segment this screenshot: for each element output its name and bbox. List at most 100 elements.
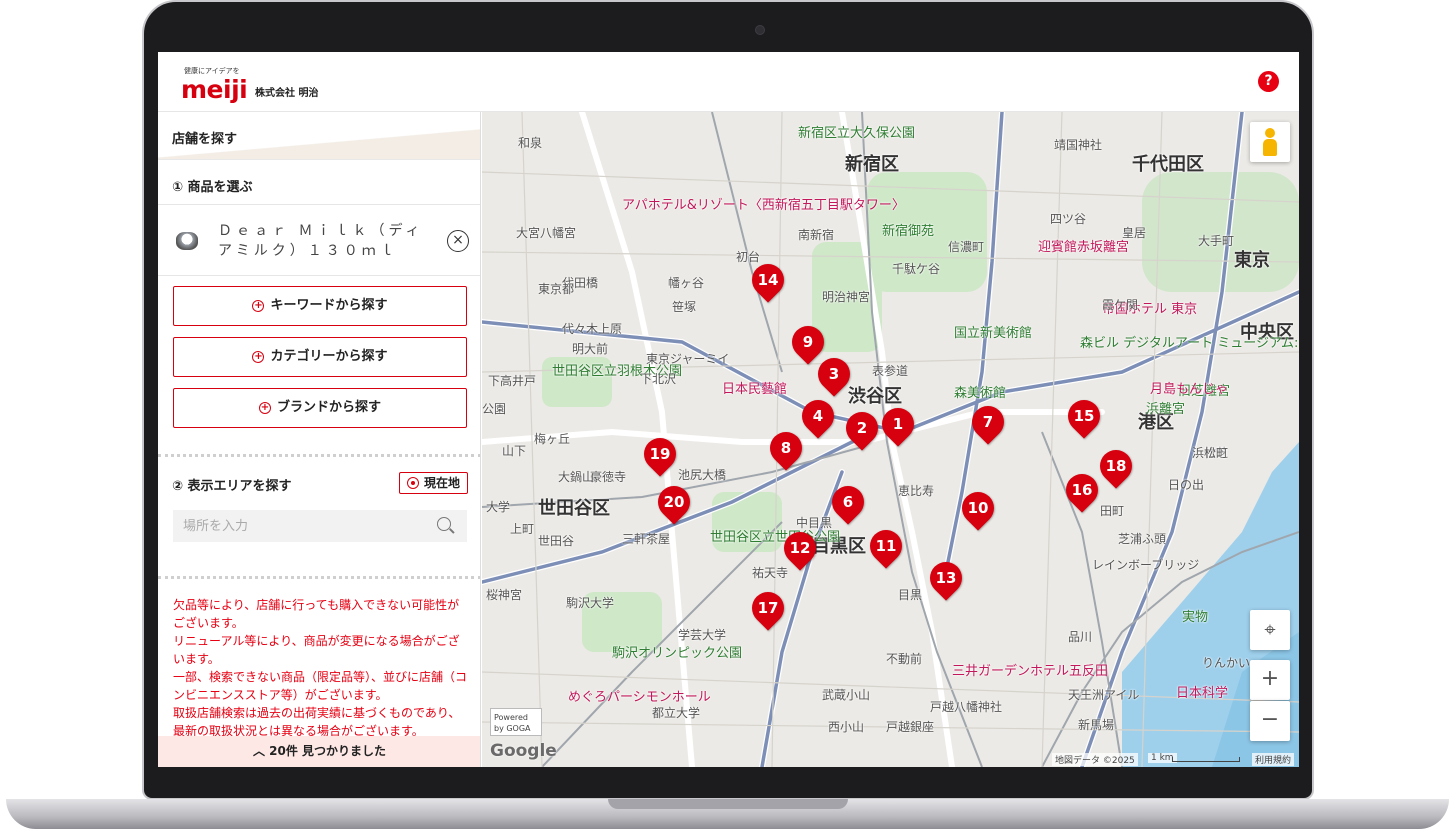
divider xyxy=(158,576,480,579)
location-pin-icon xyxy=(407,477,419,489)
map-label-yotsuya: 四ツ谷 xyxy=(1050,212,1087,226)
product-image xyxy=(176,232,198,250)
map-label-nakameguro: 中目黒 xyxy=(796,516,833,530)
sidebar: 店舗を探す ① 商品を選ぶ Ｄｅａｒ Ｍｉｌｋ（ディアミルク）１３０ｍｌ × +… xyxy=(158,112,481,767)
map-label-minamishinjuku: 南新宿 xyxy=(798,228,835,242)
sidebar-title: 店舗を探す xyxy=(172,132,238,147)
map-label-musashi: 武蔵小山 xyxy=(822,688,871,702)
keyword-search-label: キーワードから探す xyxy=(270,298,388,313)
zoom-out-button[interactable]: − xyxy=(1250,701,1290,741)
current-location-label: 現在地 xyxy=(424,476,461,490)
clear-product-button[interactable]: × xyxy=(447,230,469,252)
map-label-shimokita: 下北沢 xyxy=(640,372,677,386)
current-location-button[interactable]: 現在地 xyxy=(399,472,468,494)
map-label-shimotaka: 下高井戸 xyxy=(488,374,537,388)
store-marker-number: 20 xyxy=(663,493,685,511)
map-label-sakura: 桜神宮 xyxy=(486,588,523,602)
zoom-in-button[interactable]: + xyxy=(1250,660,1290,700)
store-marker[interactable]: 3 xyxy=(811,351,857,397)
store-marker[interactable]: 14 xyxy=(745,257,791,303)
store-marker[interactable]: 7 xyxy=(965,399,1011,445)
map-label-sangenjaya: 三軒茶屋 xyxy=(622,532,671,546)
map-label-hama: 浜離宮 xyxy=(1146,402,1186,417)
map-label-tokyo: 東京 xyxy=(1234,250,1270,271)
locate-me-icon[interactable]: ⌖ xyxy=(1250,610,1290,650)
laptop-notch xyxy=(608,799,848,809)
map-label-hatagaya: 幡ヶ谷 xyxy=(668,276,705,290)
terms-link[interactable]: 利用規約 xyxy=(1252,753,1295,766)
results-toggle[interactable]: ︿ 20件 見つかりました xyxy=(158,736,480,767)
keyword-search-button[interactable]: + キーワードから探す xyxy=(173,286,467,326)
store-marker-number: 15 xyxy=(1073,407,1095,425)
store-marker[interactable]: 6 xyxy=(825,479,871,525)
map-label-yutenji: 祐天寺 xyxy=(752,566,789,580)
store-marker[interactable]: 15 xyxy=(1061,393,1107,439)
plus-icon: + xyxy=(252,351,265,363)
map-label-teamlab: 森ビル デジタルアート ミュージアム:エプソン xyxy=(1080,336,1299,351)
google-logo[interactable]: Google xyxy=(490,741,557,761)
map-label-ebisu: 恵比寿 xyxy=(898,484,935,498)
map-label-nshinjuku: 新宿区 xyxy=(845,154,899,175)
map-label-tsukishima: 月島もんじゃ xyxy=(1150,382,1229,397)
meiji-logo[interactable]: meiji xyxy=(181,75,248,104)
map-label-hamamatsucho: 浜松町 xyxy=(1192,446,1229,460)
store-marker[interactable]: 4 xyxy=(795,393,841,439)
map-label-geihinkan: 迎賓館赤坂離宮 xyxy=(1038,240,1130,255)
store-marker[interactable]: 11 xyxy=(863,523,909,569)
store-marker[interactable]: 16 xyxy=(1059,467,1105,513)
brand-search-button[interactable]: + ブランドから探す xyxy=(173,388,467,428)
step2-label: ② 表示エリアを探す xyxy=(172,479,292,494)
store-marker-number: 17 xyxy=(757,599,779,617)
plus-icon: + xyxy=(252,300,265,312)
store-marker[interactable]: 18 xyxy=(1093,443,1139,489)
store-marker-number: 13 xyxy=(935,569,957,587)
search-icon[interactable] xyxy=(437,517,451,531)
category-search-button[interactable]: + カテゴリーから探す xyxy=(173,337,467,377)
map-label-gakugei: 学芸大学 xyxy=(678,628,727,642)
notice-line: リニューアル等により、商品が変更になる場合がございます。 xyxy=(173,634,460,666)
store-marker-number: 1 xyxy=(892,415,904,433)
store-marker-number: 3 xyxy=(828,365,840,383)
map-label-setagaya: 世田谷区 xyxy=(538,498,610,519)
store-marker[interactable]: 13 xyxy=(923,555,969,601)
store-marker[interactable]: 2 xyxy=(839,405,885,451)
step1-label: ① 商品を選ぶ xyxy=(172,180,253,195)
store-marker[interactable]: 20 xyxy=(651,479,697,525)
powered-by-badge[interactable]: Powered by GOGA xyxy=(490,708,542,736)
store-marker-number: 6 xyxy=(842,493,854,511)
store-marker[interactable]: 12 xyxy=(777,525,823,571)
place-search-input[interactable] xyxy=(173,510,467,542)
store-marker[interactable]: 17 xyxy=(745,585,791,631)
map-label-yamashita: 山下 xyxy=(502,444,527,458)
street-view-pegman-icon[interactable] xyxy=(1250,122,1290,162)
map-label-nact: 国立新美術館 xyxy=(954,326,1033,341)
map-scale-bar xyxy=(1172,757,1240,762)
map-label-mingei: 日本民藝館 xyxy=(722,382,788,397)
store-marker[interactable]: 10 xyxy=(955,485,1001,531)
store-marker[interactable]: 9 xyxy=(785,319,831,365)
store-marker[interactable]: 19 xyxy=(637,431,683,477)
map-label-umegaoka: 梅ヶ丘 xyxy=(534,432,571,446)
map-label-gyoen: 新宿御苑 xyxy=(882,224,935,239)
map-label-kokyo: 皇居 xyxy=(1122,226,1147,240)
map-label-nishikoyama: 西小山 xyxy=(828,720,865,734)
category-search-label: カテゴリーから探す xyxy=(270,349,388,364)
map-label-jitsubutsu: 実物 xyxy=(1182,610,1209,625)
store-map[interactable]: 新宿区 千代田区 渋谷区 港区 世田谷区 目黒区 東京 中央区 新宿区立大久保公園 アパホテル&リ… xyxy=(482,112,1299,767)
store-marker-number: 4 xyxy=(812,407,824,425)
map-label-tennozu: 天王洲アイル xyxy=(1068,688,1140,702)
map-label-togoshihachiman: 戸越八幡神社 xyxy=(930,700,1003,714)
map-label-gotokuji: 豪徳寺 xyxy=(590,470,627,484)
store-marker[interactable]: 1 xyxy=(875,401,921,447)
store-marker-number: 8 xyxy=(780,439,792,457)
map-label-rainbow: レインボーブリッジ xyxy=(1092,558,1200,572)
map-attribution[interactable]: 地図データ ©2025 xyxy=(1052,753,1138,766)
header: 健康にアイデアを meiji 株式会社 明治 ? xyxy=(158,52,1299,112)
plus-icon: + xyxy=(258,402,271,414)
map-label-toritsu: 都立大学 xyxy=(652,706,701,720)
notice-line: 取扱店舗検索は過去の出荷実績に基づくものであり、最新の取扱状況とは異なる場合がご… xyxy=(173,706,461,738)
help-icon[interactable]: ? xyxy=(1258,71,1279,92)
store-marker-number: 9 xyxy=(802,333,814,351)
store-marker[interactable]: 8 xyxy=(763,425,809,471)
divider xyxy=(158,454,480,457)
